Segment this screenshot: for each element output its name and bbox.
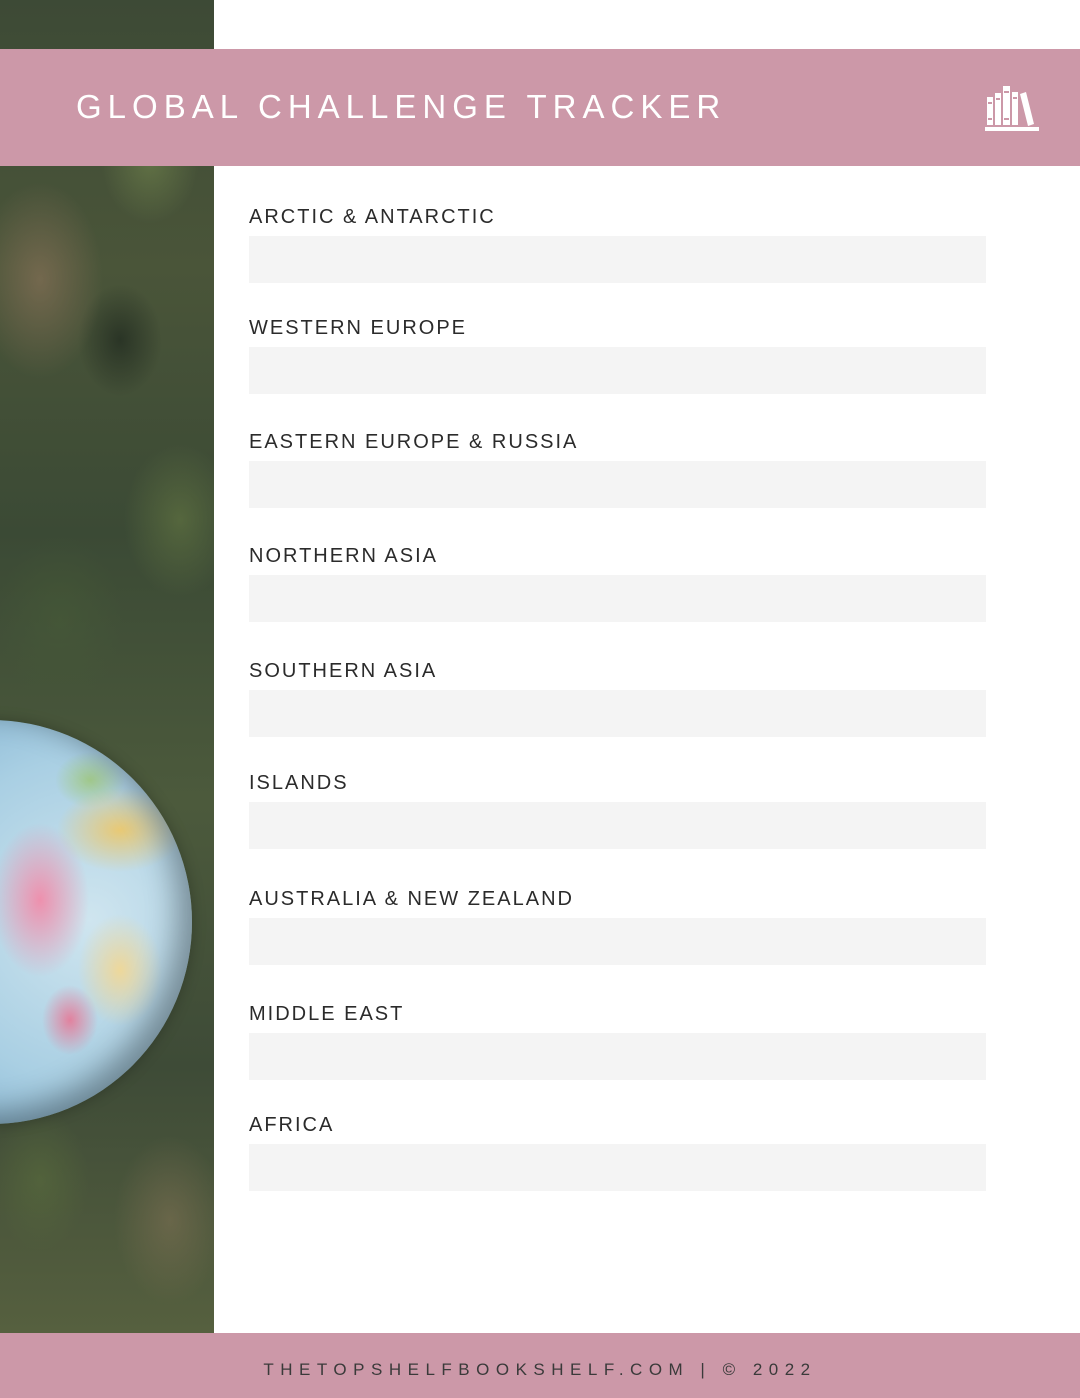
region-label: EASTERN EUROPE & RUSSIA [249, 431, 579, 453]
region-row: WESTERN EUROPE [249, 317, 986, 394]
region-entry-field[interactable] [249, 236, 986, 283]
footer-copyright: THETOPSHELFBOOKSHELF.COM | © 2022 [263, 1360, 817, 1379]
region-row: EASTERN EUROPE & RUSSIA [249, 431, 986, 508]
region-label: ARCTIC & ANTARCTIC [249, 206, 496, 228]
region-label: MIDDLE EAST [249, 1003, 405, 1025]
region-label: AUSTRALIA & NEW ZEALAND [249, 888, 574, 910]
region-row: AUSTRALIA & NEW ZEALAND [249, 888, 986, 965]
region-entry-field[interactable] [249, 575, 986, 622]
region-row: ARCTIC & ANTARCTIC [249, 206, 986, 283]
region-entry-field[interactable] [249, 1144, 986, 1191]
region-entry-field[interactable] [249, 918, 986, 965]
region-label: NORTHERN ASIA [249, 545, 438, 567]
region-label: ISLANDS [249, 772, 349, 794]
region-row: MIDDLE EAST [249, 1003, 986, 1080]
region-entry-field[interactable] [249, 347, 986, 394]
region-label: AFRICA [249, 1114, 335, 1136]
region-row: ISLANDS [249, 772, 986, 849]
region-row: AFRICA [249, 1114, 986, 1191]
region-entry-field[interactable] [249, 690, 986, 737]
region-list: ARCTIC & ANTARCTIC WESTERN EUROPE EASTERN … [0, 0, 1080, 1398]
region-label: WESTERN EUROPE [249, 317, 468, 339]
region-entry-field[interactable] [249, 461, 986, 508]
region-row: NORTHERN ASIA [249, 545, 986, 622]
region-entry-field[interactable] [249, 802, 986, 849]
region-label: SOUTHERN ASIA [249, 660, 438, 682]
region-entry-field[interactable] [249, 1033, 986, 1080]
region-row: SOUTHERN ASIA [249, 660, 986, 737]
